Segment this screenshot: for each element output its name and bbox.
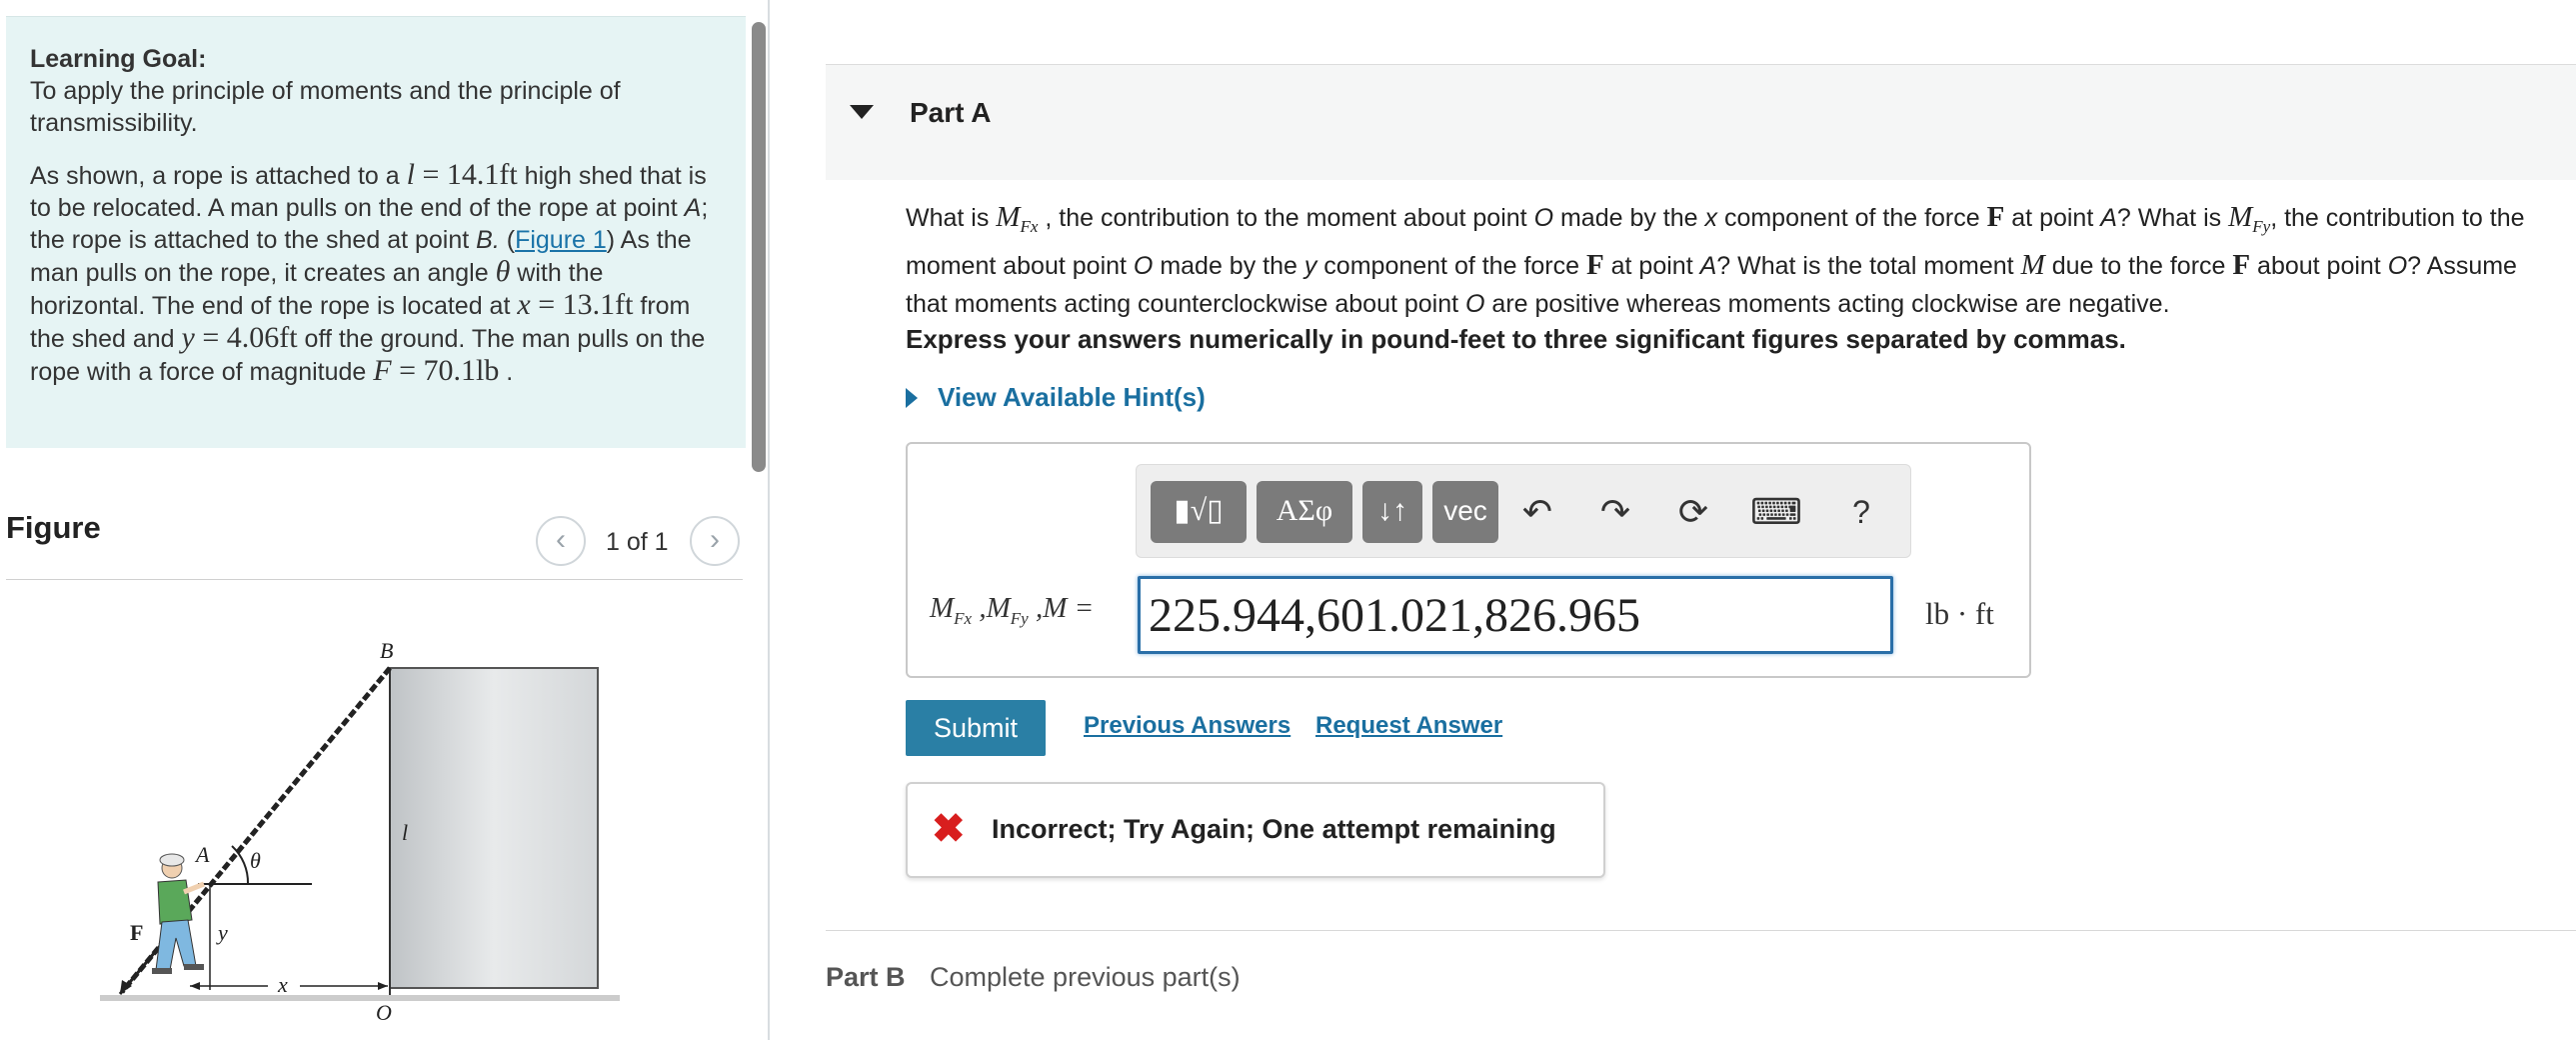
label-l: l bbox=[402, 820, 408, 845]
learning-goal-box: Learning Goal: To apply the principle of… bbox=[6, 16, 746, 448]
keyboard-icon[interactable]: ⌨ bbox=[1750, 487, 1802, 537]
question-text: What is MFx , the contribution to the mo… bbox=[906, 201, 2525, 318]
math-toolbar: ▮√▯ ΑΣφ ↓↑ vec ↶ ↷ ⟳ ⌨ ? bbox=[1136, 464, 1911, 558]
help-icon[interactable]: ? bbox=[1836, 487, 1886, 537]
view-hints-link[interactable]: View Available Hint(s) bbox=[906, 382, 1206, 413]
part-b-title: Part B bbox=[826, 962, 906, 992]
greek-symbols-button[interactable]: ΑΣφ bbox=[1257, 481, 1352, 543]
label-O: O bbox=[376, 1000, 392, 1025]
man-figure bbox=[152, 853, 205, 974]
figure-link[interactable]: Figure 1 bbox=[515, 226, 607, 254]
left-panel: Learning Goal: To apply the principle of… bbox=[0, 0, 770, 1040]
part-a-title: Part A bbox=[910, 97, 992, 128]
figure-title: Figure bbox=[6, 510, 101, 545]
label-theta: θ bbox=[250, 848, 261, 873]
previous-figure-button[interactable]: ‹ bbox=[536, 516, 586, 566]
part-b-status: Complete previous part(s) bbox=[930, 962, 1241, 992]
next-figure-button[interactable]: › bbox=[690, 516, 740, 566]
learning-goal-text: To apply the principle of moments and th… bbox=[30, 77, 621, 137]
instruction-text: Express your answers numerically in poun… bbox=[906, 324, 2126, 354]
shed bbox=[389, 667, 599, 989]
learning-goal-title: Learning Goal: bbox=[30, 45, 207, 73]
vector-button[interactable]: vec bbox=[1432, 481, 1498, 543]
label-B: B bbox=[380, 638, 393, 663]
submit-button[interactable]: Submit bbox=[906, 700, 1046, 756]
collapse-caret-icon[interactable] bbox=[850, 105, 874, 119]
figure-image: B l A θ F y x O bbox=[100, 638, 620, 1025]
answer-unit: lb · ft bbox=[1925, 596, 1994, 631]
problem-statement: As shown, a rope is attached to a l = 14… bbox=[30, 158, 709, 387]
previous-answers-link[interactable]: Previous Answers bbox=[1084, 712, 1290, 740]
label-x: x bbox=[277, 972, 288, 997]
expand-triangle-icon bbox=[906, 388, 918, 408]
answer-label: MFx ,MFy ,M = bbox=[930, 592, 1095, 628]
part-a-header[interactable]: Part A bbox=[826, 64, 2576, 180]
reset-icon[interactable]: ⟳ bbox=[1668, 487, 1718, 537]
feedback-box: ✖ Incorrect; Try Again; One attempt rema… bbox=[906, 782, 1605, 878]
request-answer-link[interactable]: Request Answer bbox=[1315, 712, 1502, 740]
answer-box: ▮√▯ ΑΣφ ↓↑ vec ↶ ↷ ⟳ ⌨ ? MFx ,MFy ,M = l… bbox=[906, 442, 2031, 678]
answer-input[interactable] bbox=[1138, 576, 1893, 654]
left-scrollbar[interactable] bbox=[752, 22, 766, 472]
undo-icon[interactable]: ↶ bbox=[1512, 487, 1562, 537]
arrows-button[interactable]: ↓↑ bbox=[1362, 481, 1422, 543]
figure-header: Figure ‹ 1 of 1 › bbox=[6, 508, 743, 580]
part-b-divider bbox=[826, 930, 2576, 931]
templates-button[interactable]: ▮√▯ bbox=[1151, 481, 1247, 543]
redo-icon[interactable]: ↷ bbox=[1590, 487, 1640, 537]
label-y: y bbox=[216, 920, 228, 945]
incorrect-x-icon: ✖ bbox=[932, 807, 966, 851]
label-A: A bbox=[194, 842, 210, 867]
feedback-text: Incorrect; Try Again; One attempt remain… bbox=[992, 814, 1556, 844]
figure-count: 1 of 1 bbox=[606, 528, 669, 556]
label-F: F bbox=[130, 920, 143, 945]
